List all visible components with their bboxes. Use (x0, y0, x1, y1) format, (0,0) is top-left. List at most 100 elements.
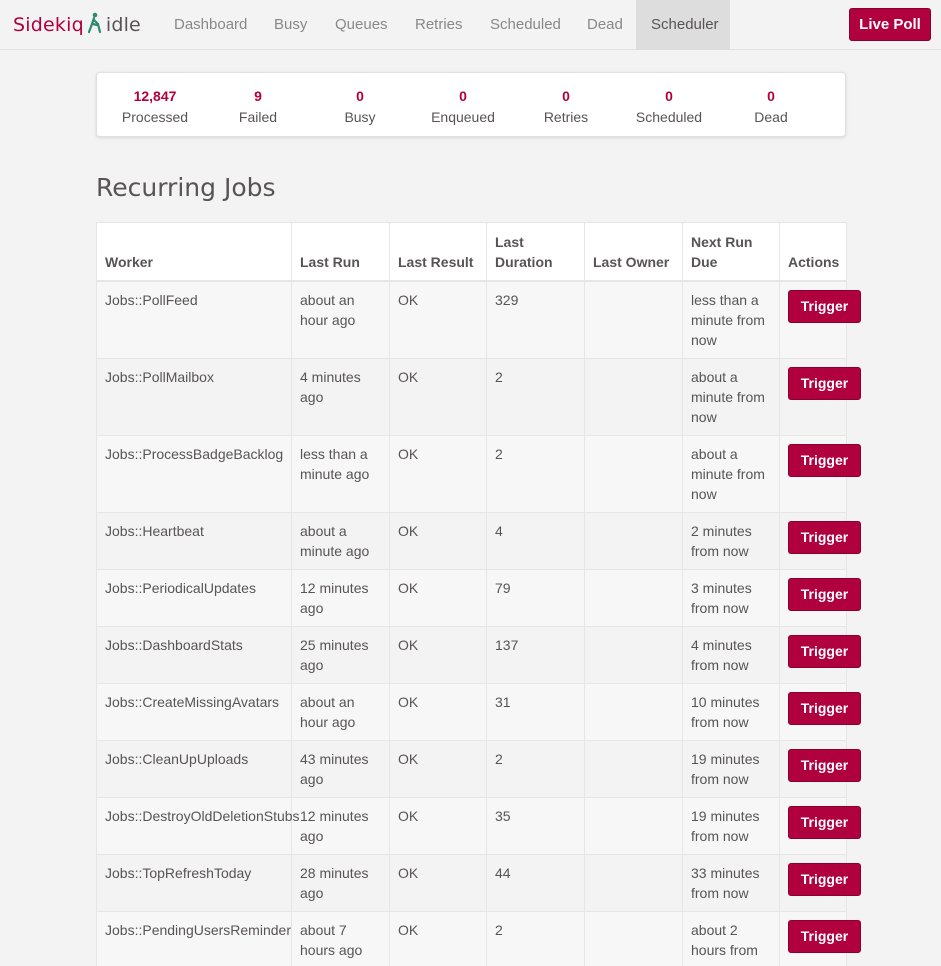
cell-last-run: 12 minutes ago (291, 796, 390, 855)
trigger-button[interactable]: Trigger (788, 366, 861, 400)
cell-last-result: OK (389, 853, 487, 912)
cell-last-owner (584, 568, 683, 627)
cell-last-run: 28 minutes ago (291, 853, 390, 912)
stat-count: 12,847 (133, 88, 177, 104)
header-last-run: Last Run (291, 222, 390, 282)
table-row: Jobs::CreateMissingAvatars about an hour … (96, 682, 861, 741)
cell-actions: Trigger (779, 568, 861, 627)
live-poll-button[interactable]: Live Poll (849, 8, 931, 41)
page-title: Recurring Jobs (96, 173, 276, 202)
cell-actions: Trigger (779, 280, 861, 359)
cell-next-run-due: about a minute from now (682, 434, 780, 513)
cell-next-run-due: 19 minutes from now (682, 796, 780, 855)
cell-next-run-due: 4 minutes from now (682, 625, 780, 684)
cell-next-run-due: 19 minutes from now (682, 739, 780, 798)
stat-label: Enqueued (431, 109, 495, 125)
cell-last-owner (584, 910, 683, 966)
cell-last-run: 25 minutes ago (291, 625, 390, 684)
cell-last-result: OK (389, 910, 487, 966)
nav-dead[interactable]: Dead (572, 0, 638, 50)
stat-count: 0 (665, 88, 673, 104)
cell-last-run: less than a minute ago (291, 434, 390, 513)
brand[interactable]: Sidekiq idle (13, 12, 141, 38)
cell-last-owner (584, 511, 683, 570)
nav-scheduled[interactable]: Scheduled (475, 0, 576, 50)
trigger-button[interactable]: Trigger (788, 289, 861, 323)
trigger-button[interactable]: Trigger (788, 520, 861, 554)
cell-last-owner (584, 434, 683, 513)
table-row: Jobs::TopRefreshToday 28 minutes ago OK 44 3… (96, 853, 861, 912)
cell-last-duration: 31 (486, 682, 585, 741)
header-last-owner: Last Owner (584, 222, 683, 282)
trigger-button[interactable]: Trigger (788, 748, 861, 782)
trigger-button[interactable]: Trigger (788, 443, 861, 477)
cell-last-run: about an hour ago (291, 682, 390, 741)
header-worker: Worker (96, 222, 292, 282)
cell-actions: Trigger (779, 625, 861, 684)
cell-worker: Jobs::Heartbeat (96, 511, 292, 570)
cell-last-result: OK (389, 739, 487, 798)
cell-actions: Trigger (779, 853, 861, 912)
cell-last-result: OK (389, 682, 487, 741)
cell-last-run: about an hour ago (291, 280, 390, 359)
trigger-button[interactable]: Trigger (788, 919, 861, 953)
cell-next-run-due: 3 minutes from now (682, 568, 780, 627)
cell-last-owner (584, 853, 683, 912)
cell-worker: Jobs::DashboardStats (96, 625, 292, 684)
trigger-button[interactable]: Trigger (788, 634, 861, 668)
cell-actions: Trigger (779, 682, 861, 741)
stat-label: Scheduled (635, 109, 703, 125)
nav-dashboard[interactable]: Dashboard (159, 0, 262, 50)
nav-retries[interactable]: Retries (400, 0, 478, 50)
stat-count: 0 (356, 88, 364, 104)
cell-last-run: 12 minutes ago (291, 568, 390, 627)
table-row: Jobs::DestroyOldDeletionStubs 12 minutes … (96, 796, 861, 855)
cell-last-duration: 2 (486, 357, 585, 436)
cell-worker: Jobs::DestroyOldDeletionStubs (96, 796, 300, 855)
cell-last-duration: 2 (486, 739, 585, 798)
trigger-button[interactable]: Trigger (788, 862, 861, 896)
sidekiq-figure-icon (87, 12, 101, 34)
cell-last-result: OK (389, 434, 487, 513)
cell-last-run: about a minute ago (291, 511, 390, 570)
cell-next-run-due: 33 minutes from now (682, 853, 780, 912)
cell-actions: Trigger (779, 434, 861, 513)
trigger-button[interactable]: Trigger (788, 691, 861, 725)
cell-actions: Trigger (779, 910, 861, 966)
trigger-button[interactable]: Trigger (788, 805, 861, 839)
header-next-run-due: Next Run Due (682, 222, 780, 282)
recurring-jobs-table: Worker Last Run Last Result Last Duratio… (96, 222, 861, 966)
cell-last-result: OK (389, 625, 487, 684)
stat-count: 0 (459, 88, 467, 104)
cell-last-duration: 35 (486, 796, 585, 855)
table-row: Jobs::Heartbeat about a minute ago OK 4 2 mi… (96, 511, 861, 570)
cell-worker: Jobs::ProcessBadgeBacklog (96, 434, 292, 513)
cell-last-duration: 44 (486, 853, 585, 912)
cell-last-duration: 4 (486, 511, 585, 570)
nav-scheduler[interactable]: Scheduler (636, 0, 730, 50)
cell-last-result: OK (389, 280, 487, 359)
nav-queues[interactable]: Queues (320, 0, 403, 50)
cell-last-duration: 2 (486, 434, 585, 513)
cell-last-duration: 79 (486, 568, 585, 627)
cell-next-run-due: 2 minutes from now (682, 511, 780, 570)
cell-worker: Jobs::PollFeed (96, 280, 292, 359)
stat-label: Failed (238, 109, 278, 125)
stats-summary: 12,847 Processed 9 Failed 0 Busy 0 Enque… (96, 72, 846, 137)
cell-last-duration: 2 (486, 910, 585, 966)
cell-next-run-due: about 2 hours from now (682, 910, 780, 966)
table-row: Jobs::PendingUsersReminder about 7 hours … (96, 910, 861, 966)
cell-last-result: OK (389, 796, 487, 855)
nav-busy[interactable]: Busy (259, 0, 322, 50)
cell-last-result: OK (389, 568, 487, 627)
stat-count: 0 (562, 88, 570, 104)
brand-name: Sidekiq (13, 14, 84, 36)
top-navbar: Sidekiq idle Dashboard Busy Queues Retri… (0, 0, 941, 50)
cell-last-run: 4 minutes ago (291, 357, 390, 436)
cell-worker: Jobs::PollMailbox (96, 357, 292, 436)
cell-last-result: OK (389, 357, 487, 436)
stat-label: Processed (121, 109, 189, 125)
table-row: Jobs::PollMailbox 4 minutes ago OK 2 about a… (96, 357, 861, 436)
process-status: idle (105, 14, 141, 36)
trigger-button[interactable]: Trigger (788, 577, 861, 611)
